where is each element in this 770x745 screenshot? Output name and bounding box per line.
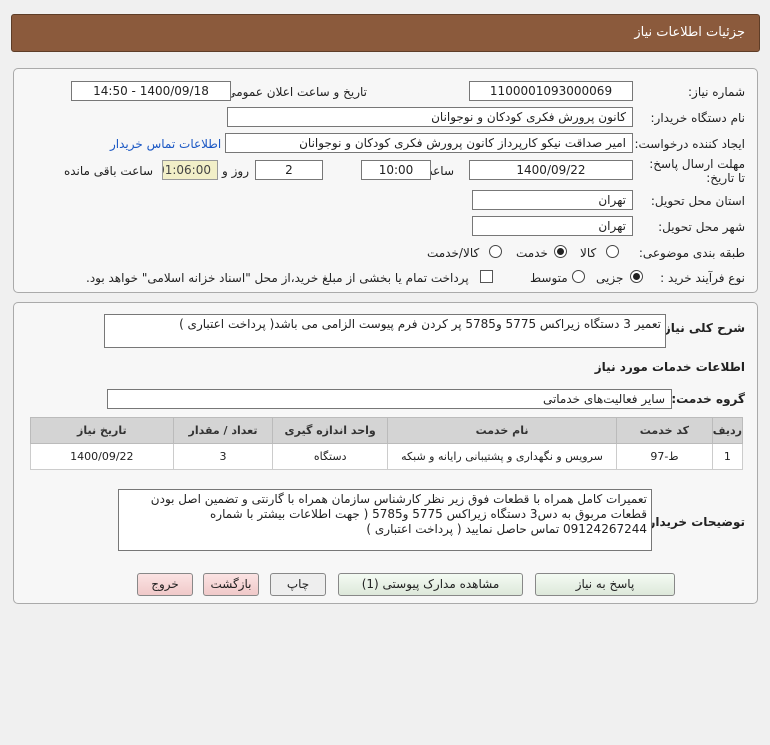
cell-unit: دستگاه (272, 443, 388, 470)
col-unit: واحد اندازه گیری (272, 417, 388, 444)
col-quantity: تعداد / مقدار (172, 417, 274, 444)
service-group-field: سایر فعالیت‌های خدماتی (107, 389, 672, 409)
process-option-medium: متوسط (530, 271, 568, 285)
cell-service-name: سرویس و نگهداری و پشتیبانی رایانه و شبکه (386, 443, 618, 470)
category-option-goods: کالا (580, 246, 597, 260)
process-option-minor: جزیی (596, 271, 624, 285)
col-service-code: کد خدمت (616, 417, 713, 444)
category-radio-goods[interactable] (606, 245, 619, 258)
view-attachments-button[interactable]: مشاهده مدارک پیوستی (1) (338, 573, 523, 596)
category-radio-service[interactable] (554, 245, 567, 258)
cell-service-code: ط-97 (616, 443, 713, 470)
cell-quantity: 3 (172, 443, 274, 470)
col-row: ردیف (711, 417, 744, 444)
days-field: 2 (255, 160, 323, 180)
deadline-date-field: 1400/09/22 (469, 160, 633, 180)
summary-field: تعمیر 3 دستگاه زیراکس 5775 و5785 پر کردن… (104, 314, 666, 348)
days-label: روز و (222, 164, 249, 178)
category-option-goods-service: کالا/خدمت (427, 246, 480, 260)
category-radio-goods-service[interactable] (489, 245, 502, 258)
deadline-time-field: 10:00 (361, 160, 431, 180)
province-field: تهران (472, 190, 633, 210)
page-header: جزئیات اطلاعات نیاز (11, 14, 760, 52)
buyer-contact-link[interactable]: اطلاعات تماس خریدار (110, 137, 221, 151)
cell-need-date: 1400/09/22 (30, 443, 174, 470)
buyer-label: نام دستگاه خریدار: (650, 111, 746, 125)
cell-row: 1 (711, 443, 744, 470)
treasury-payment-checkbox[interactable] (480, 270, 493, 283)
creator-field: امیر صداقت نیکو کارپرداز کانون پرورش فکر… (225, 133, 633, 153)
buyer-notes-field: تعمیرات کامل همراه با قطعات فوق زیر نظر … (118, 489, 652, 551)
process-radio-medium[interactable] (572, 270, 585, 283)
treasury-payment-note: پرداخت تمام یا بخشی از مبلغ خرید،از محل … (86, 271, 469, 285)
services-table-header: ردیف کد خدمت نام خدمت واحد اندازه گیری ت… (30, 417, 744, 444)
back-button[interactable]: بازگشت (203, 573, 259, 596)
need-number-label: شماره نیاز: (688, 85, 745, 99)
remaining-label: ساعت باقی مانده (63, 164, 153, 178)
need-info-panel: شماره نیاز: 1100001093000069 تاریخ و ساع… (13, 68, 758, 293)
buyer-field: کانون پرورش فکری کودکان و نوجوانان (227, 107, 633, 127)
summary-label: شرح کلی نیاز: (659, 321, 745, 335)
province-label: استان محل تحویل: (650, 194, 745, 208)
reply-button[interactable]: پاسخ به نیاز (535, 573, 675, 596)
page-title: جزئیات اطلاعات نیاز (634, 25, 745, 40)
services-table: ردیف کد خدمت نام خدمت واحد اندازه گیری ت… (30, 417, 744, 470)
col-service-name: نام خدمت (386, 417, 618, 444)
process-label: نوع فرآیند خرید : (660, 271, 745, 285)
need-details-panel: شرح کلی نیاز: تعمیر 3 دستگاه زیراکس 5775… (13, 302, 758, 604)
services-heading: اطلاعات خدمات مورد نیاز (594, 360, 745, 374)
table-row: 1 ط-97 سرویس و نگهداری و پشتیبانی رایانه… (30, 443, 744, 470)
city-label: شهر محل تحویل: (658, 220, 745, 234)
remaining-time-field: 01:06:00 (162, 160, 218, 180)
category-option-service: خدمت (516, 246, 548, 260)
process-radio-minor[interactable] (630, 270, 643, 283)
need-number-field: 1100001093000069 (469, 81, 633, 101)
announce-label: تاریخ و ساعت اعلان عمومی: (222, 85, 367, 99)
exit-button[interactable]: خروج (137, 573, 193, 596)
service-group-label: گروه خدمت: (671, 392, 745, 406)
deadline-label: مهلت ارسال پاسخ: تا تاریخ: (649, 157, 745, 185)
print-button[interactable]: چاپ (270, 573, 326, 596)
buyer-notes-label: توضیحات خریدار: (643, 515, 745, 529)
city-field: تهران (472, 216, 633, 236)
announce-field: 1400/09/18 - 14:50 (71, 81, 231, 101)
col-need-date: تاریخ نیاز (30, 417, 174, 444)
category-label: طبقه بندی موضوعی: (638, 246, 745, 260)
creator-label: ایجاد کننده درخواست: (634, 137, 745, 151)
